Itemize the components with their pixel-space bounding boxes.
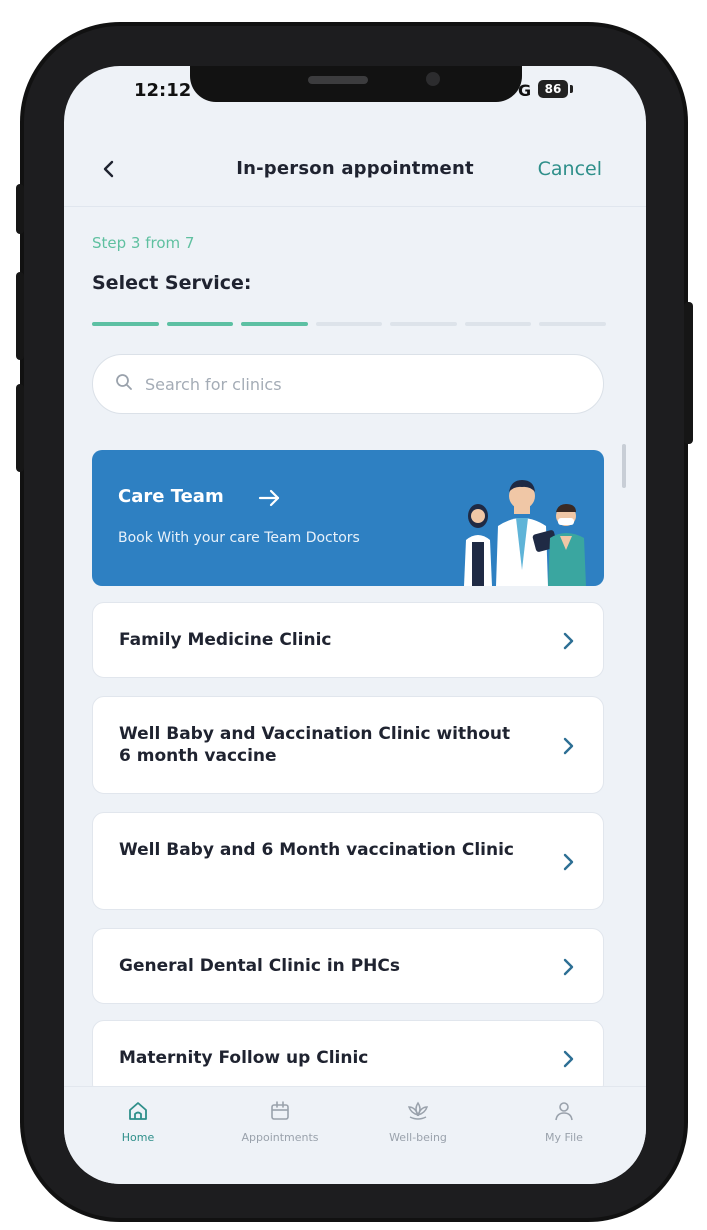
care-team-card[interactable]: Care Team Book With your care Team Docto…	[92, 450, 604, 586]
clinic-label: Well Baby and 6 Month vaccination Clinic	[119, 840, 515, 860]
calendar-icon	[271, 1101, 289, 1120]
chevron-right-icon	[561, 736, 575, 756]
power-button	[684, 302, 693, 444]
search-input[interactable]	[143, 373, 587, 395]
bottom-nav: Home Appointments Well-being My File	[64, 1086, 646, 1184]
clinic-item-maternity-follow-up[interactable]: Maternity Follow up Clinic	[92, 1020, 604, 1096]
cancel-button[interactable]: Cancel	[538, 158, 602, 180]
progress-segment	[464, 322, 532, 326]
progress-segment	[390, 322, 457, 326]
scrollbar[interactable]	[622, 444, 626, 488]
section-title: Select Service:	[92, 272, 252, 294]
clinic-label: General Dental Clinic in PHCs	[119, 956, 400, 976]
search-bar[interactable]	[92, 354, 604, 414]
speaker	[308, 76, 368, 84]
nav-label: Home	[121, 1131, 155, 1144]
step-progress-bar	[92, 322, 607, 326]
doctors-illustration	[456, 470, 596, 586]
nav-label: Well-being	[389, 1131, 447, 1144]
notch	[190, 66, 522, 102]
status-time: 12:12	[134, 80, 192, 101]
battery-indicator: 86	[538, 80, 568, 98]
nav-label: Appointments	[241, 1131, 319, 1144]
volume-down-button	[16, 384, 24, 472]
nav-home[interactable]: Home	[78, 1099, 198, 1144]
clinic-item-general-dental[interactable]: General Dental Clinic in PHCs	[92, 928, 604, 1004]
clinic-label: Well Baby and Vaccination Clinic without…	[119, 724, 511, 766]
chevron-right-icon	[561, 852, 575, 872]
user-icon	[555, 1102, 573, 1121]
care-team-title: Care Team	[118, 486, 224, 507]
volume-up-button	[16, 272, 24, 360]
chevron-right-icon	[561, 957, 575, 977]
progress-segment	[241, 322, 308, 326]
nav-well-being[interactable]: Well-being	[358, 1099, 478, 1144]
lotus-icon	[407, 1101, 429, 1120]
clinic-label: Family Medicine Clinic	[119, 630, 332, 650]
header-divider	[64, 206, 646, 207]
search-icon	[115, 373, 133, 395]
front-camera	[426, 72, 440, 86]
mute-switch	[16, 184, 24, 234]
progress-segment	[92, 322, 159, 326]
care-team-subtitle: Book With your care Team Doctors	[118, 530, 360, 546]
clinic-item-family-medicine[interactable]: Family Medicine Clinic	[92, 602, 604, 678]
progress-segment	[166, 322, 234, 326]
clinic-item-well-baby-without-6m[interactable]: Well Baby and Vaccination Clinic without…	[92, 696, 604, 794]
nav-label: My File	[545, 1131, 583, 1144]
home-icon	[129, 1102, 147, 1120]
nav-appointments[interactable]: Appointments	[220, 1099, 340, 1144]
clinic-label: Maternity Follow up Clinic	[119, 1048, 369, 1068]
phone-screen: 12:12 G 86 In-person appointment Cancel …	[64, 66, 646, 1184]
top-bar: In-person appointment Cancel	[64, 140, 646, 202]
progress-segment	[539, 322, 607, 326]
nav-my-file[interactable]: My File	[504, 1099, 624, 1144]
clinic-item-well-baby-6m[interactable]: Well Baby and 6 Month vaccination Clinic	[92, 812, 604, 910]
step-indicator: Step 3 from 7	[92, 234, 195, 252]
progress-segment	[315, 322, 383, 326]
battery-tip	[570, 85, 573, 93]
chevron-right-icon	[561, 631, 575, 651]
chevron-right-icon	[561, 1049, 575, 1069]
arrow-right-icon	[258, 488, 282, 508]
